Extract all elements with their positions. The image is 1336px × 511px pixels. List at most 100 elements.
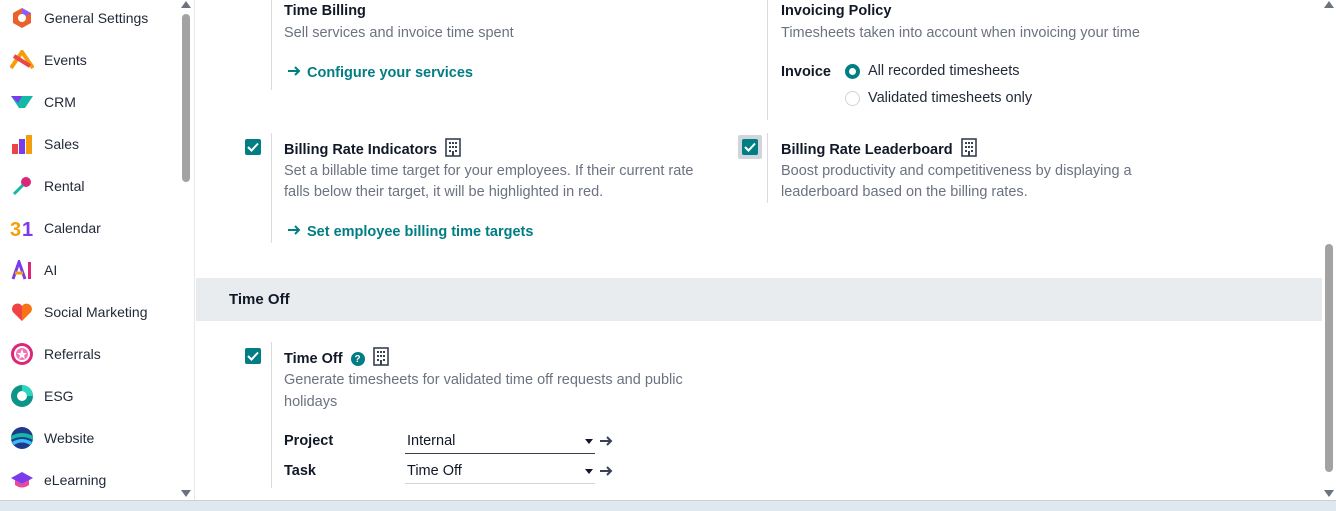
set-billing-targets-label: Set employee billing time targets bbox=[307, 224, 534, 240]
calendar-icon: 31 bbox=[10, 216, 34, 240]
arrow-right-icon bbox=[287, 65, 301, 81]
sidebar-item-label: Website bbox=[44, 430, 95, 446]
settings-window: General Settings Events CRM Sales Rental bbox=[0, 0, 1336, 511]
billing-rate-indicators-desc-2: falls below their target, it will be hig… bbox=[284, 184, 604, 200]
time-off-header: Time Off ? bbox=[284, 347, 389, 371]
divider bbox=[271, 133, 272, 243]
time-billing-title: Time Billing bbox=[284, 3, 366, 19]
caret-down-icon bbox=[585, 469, 593, 474]
rental-icon bbox=[10, 174, 34, 198]
settings-content: Time Billing Sell services and invoice t… bbox=[196, 0, 1322, 500]
checkmark-icon bbox=[744, 142, 756, 152]
divider bbox=[767, 0, 768, 120]
billing-rate-leaderboard-header: Billing Rate Leaderboard bbox=[781, 138, 977, 162]
divider bbox=[767, 133, 768, 203]
radio-selected-icon bbox=[845, 63, 860, 79]
task-internal-link-icon[interactable] bbox=[599, 464, 613, 482]
task-value: Time Off bbox=[407, 463, 462, 479]
divider bbox=[271, 0, 272, 90]
sidebar-item-elearning[interactable]: eLearning bbox=[0, 459, 180, 501]
sidebar-item-rental[interactable]: Rental bbox=[0, 165, 180, 207]
sidebar-item-label: ESG bbox=[44, 388, 74, 404]
task-select[interactable]: Time Off bbox=[405, 460, 595, 484]
radio-unselected-icon bbox=[845, 90, 860, 106]
sidebar-item-label: eLearning bbox=[44, 472, 107, 488]
scroll-down-icon[interactable] bbox=[181, 490, 191, 497]
sidebar-item-social-marketing[interactable]: Social Marketing bbox=[0, 291, 180, 333]
billing-rate-indicators-header: Billing Rate Indicators bbox=[284, 138, 461, 162]
project-select[interactable]: Internal bbox=[405, 430, 595, 454]
caret-down-icon bbox=[585, 439, 593, 444]
crm-icon bbox=[10, 90, 34, 114]
project-label: Project bbox=[284, 433, 334, 449]
configure-services-link[interactable]: Configure your services bbox=[287, 65, 473, 81]
time-off-desc-1: Generate timesheets for validated time o… bbox=[284, 372, 683, 388]
sidebar-item-label: Sales bbox=[44, 136, 80, 152]
invoicing-policy-title: Invoicing Policy bbox=[781, 3, 892, 19]
sidebar-scrollbar[interactable] bbox=[180, 0, 192, 500]
sidebar-item-label: Calendar bbox=[44, 220, 101, 236]
sidebar-item-ai[interactable]: AI bbox=[0, 249, 180, 291]
radio-validated-only[interactable]: Validated timesheets only bbox=[845, 90, 1032, 106]
checkmark-icon bbox=[247, 142, 259, 152]
esg-icon bbox=[10, 384, 34, 408]
website-icon bbox=[10, 426, 34, 450]
svg-text:1: 1 bbox=[22, 219, 33, 238]
sidebar-item-label: AI bbox=[44, 262, 58, 278]
divider bbox=[271, 342, 272, 488]
billing-rate-leaderboard-desc-2: leaderboard based on the billing rates. bbox=[781, 184, 1028, 200]
sidebar-item-sales[interactable]: Sales bbox=[0, 123, 180, 165]
sidebar-item-referrals[interactable]: Referrals bbox=[0, 333, 180, 375]
sidebar-item-label: Rental bbox=[44, 178, 85, 194]
sidebar-item-calendar[interactable]: 31 Calendar bbox=[0, 207, 180, 249]
radio-label: Validated timesheets only bbox=[868, 90, 1033, 106]
billing-rate-indicators-checkbox[interactable] bbox=[245, 139, 261, 155]
billing-rate-leaderboard-desc-1: Boost productivity and competitiveness b… bbox=[781, 163, 1132, 179]
settings-sidebar: General Settings Events CRM Sales Rental bbox=[0, 0, 195, 500]
sidebar-item-crm[interactable]: CRM bbox=[0, 81, 180, 123]
elearning-icon bbox=[10, 468, 34, 492]
project-value: Internal bbox=[407, 433, 456, 449]
radio-label: All recorded timesheets bbox=[868, 63, 1020, 79]
invoice-label: Invoice bbox=[781, 64, 831, 80]
time-off-desc-2: holidays bbox=[284, 394, 338, 410]
company-building-icon bbox=[445, 138, 461, 162]
set-billing-targets-link[interactable]: Set employee billing time targets bbox=[287, 224, 533, 240]
time-off-checkbox[interactable] bbox=[245, 348, 261, 364]
arrow-right-icon bbox=[287, 224, 301, 240]
scrollbar-thumb[interactable] bbox=[1325, 244, 1333, 472]
sidebar-item-label: Events bbox=[44, 52, 87, 68]
configure-services-label: Configure your services bbox=[307, 65, 473, 81]
social-marketing-icon bbox=[10, 300, 34, 324]
page-scrollbar[interactable] bbox=[1322, 0, 1336, 500]
time-billing-description: Sell services and invoice time spent bbox=[284, 25, 514, 41]
sidebar-item-events[interactable]: Events bbox=[0, 39, 180, 81]
checkmark-icon bbox=[247, 351, 259, 361]
events-icon bbox=[10, 48, 34, 72]
sidebar-item-general-settings[interactable]: General Settings bbox=[0, 0, 180, 39]
invoicing-policy-description: Timesheets taken into account when invoi… bbox=[781, 25, 1140, 41]
sidebar-item-esg[interactable]: ESG bbox=[0, 375, 180, 417]
scroll-up-icon[interactable] bbox=[1324, 1, 1334, 8]
sales-icon bbox=[10, 132, 34, 156]
sidebar-item-website[interactable]: Website bbox=[0, 417, 180, 459]
billing-rate-indicators-title: Billing Rate Indicators bbox=[284, 142, 438, 158]
billing-rate-indicators-desc-1: Set a billable time target for your empl… bbox=[284, 163, 694, 179]
task-label: Task bbox=[284, 463, 316, 479]
company-building-icon bbox=[960, 138, 977, 162]
referrals-icon bbox=[10, 342, 34, 366]
section-title: Time Off bbox=[229, 291, 290, 308]
sidebar-item-label: General Settings bbox=[44, 10, 149, 26]
scroll-down-icon[interactable] bbox=[1324, 490, 1334, 497]
radio-all-recorded[interactable]: All recorded timesheets bbox=[845, 63, 1020, 79]
svg-text:3: 3 bbox=[10, 219, 21, 238]
taskbar-edge bbox=[0, 500, 1336, 511]
time-off-title: Time Off bbox=[284, 351, 343, 367]
billing-rate-leaderboard-checkbox[interactable] bbox=[742, 139, 758, 155]
scrollbar-thumb[interactable] bbox=[182, 14, 190, 182]
scroll-up-icon[interactable] bbox=[181, 1, 191, 8]
time-off-section-header: Time Off bbox=[196, 278, 1322, 321]
project-internal-link-icon[interactable] bbox=[599, 434, 613, 452]
billing-rate-leaderboard-title: Billing Rate Leaderboard bbox=[781, 142, 953, 158]
help-icon[interactable]: ? bbox=[350, 352, 365, 366]
